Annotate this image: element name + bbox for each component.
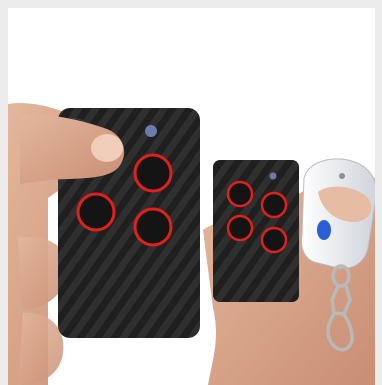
photo-scene: [8, 103, 375, 385]
small-remote-button-4: [260, 226, 288, 254]
large-remote-button-2: [76, 192, 116, 232]
small-remote-button-3: [226, 214, 254, 242]
large-remote-led: [145, 125, 157, 137]
image-frame: [0, 0, 382, 385]
small-black-remote: [213, 160, 299, 302]
small-remote-led: [269, 172, 277, 180]
small-remote-body: [213, 160, 299, 302]
large-remote-button-1: [133, 153, 173, 193]
small-remote-button-2: [260, 191, 288, 219]
white-remote-button: [317, 220, 331, 240]
product-photo: [8, 8, 375, 385]
small-remote-button-1: [226, 180, 254, 208]
large-remote-button-3: [133, 207, 173, 247]
left-thumbnail: [91, 134, 123, 162]
